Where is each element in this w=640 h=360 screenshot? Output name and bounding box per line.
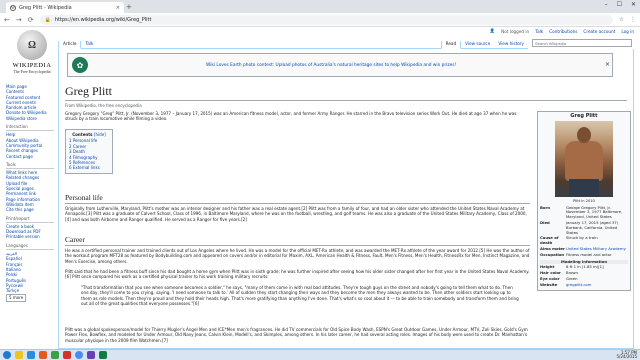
browser-tab[interactable]: W Greg Plitt - Wikipedia × [6,2,124,13]
toc-title: Contents [hide] [72,132,106,137]
sidebar-item-cite[interactable]: Cite this page [6,207,54,212]
sidebar-item-contact[interactable]: Contact page [6,154,54,159]
search-input[interactable] [532,39,632,47]
career-paragraph-2: Plitt said that he had been a fitness bu… [65,269,530,280]
personal-tools: 👤 Not logged in Talk Contributions Creat… [490,28,634,34]
close-window-button[interactable]: ✕ [631,1,636,8]
sidebar-section-interaction: Interaction [6,124,54,132]
tab-read[interactable]: Read [440,41,462,49]
browser-toolbar: ← → ⟳ 🔒 https://en.wikipedia.org/wiki/Gr… [0,13,640,27]
lead-paragraph: Gregory Gregory "Greg" Plitt, Jr. (Novem… [65,111,517,122]
contributions-link[interactable]: Contributions [549,29,577,34]
logo-wordmark: WIKIPEDIA [12,62,52,69]
article-content: ✿ Wiki Loves Earth photo contest: Upload… [58,49,634,349]
tab-talk[interactable]: Talk [81,41,98,49]
browser-tabstrip: W Greg Plitt - Wikipedia × + – ☐ ✕ [0,0,640,13]
ie-icon[interactable] [27,351,35,359]
window-controls: – ☐ ✕ [605,1,636,8]
maximize-button[interactable]: ☐ [617,1,622,8]
lock-icon: 🔒 [44,16,51,23]
start-button[interactable] [3,351,11,359]
career-paragraph-1: He was a certified personal trainer and … [65,248,530,264]
app-icon[interactable] [63,351,71,359]
page-tabs: Article Talk Read View source View histo… [58,39,634,49]
forward-button[interactable]: → [16,16,22,24]
banner-text[interactable]: Wiki Loves Earth photo contest: Upload p… [206,63,456,68]
portrait-photo[interactable] [555,120,613,197]
infobox-row: Cause of death Struck by a train [540,235,598,246]
sidebar-item-printable[interactable]: Printable version [6,234,54,239]
url-text: https://en.wikipedia.org/wiki/Greg_Plitt [54,16,152,23]
heading-career: Career [65,235,530,246]
tab-article[interactable]: Article [58,41,82,49]
sidebar-section-print: Print/export [6,216,54,223]
chrome-icon[interactable] [75,351,83,359]
back-button[interactable]: ← [4,16,10,24]
toc-item[interactable]: 6 External links [69,165,109,170]
more-languages-button[interactable]: 5 more [6,294,27,302]
wikipedia-globe-icon: Ω [17,30,47,60]
reload-button[interactable]: ⟳ [28,16,34,24]
sidebar-lang-tr[interactable]: Türkçe [6,288,54,293]
sidebar-section-tools: Tools [6,162,54,170]
user-icon: 👤 [489,28,496,33]
personal-life-paragraph: Originally from Lutherville, Maryland, P… [65,206,527,222]
system-clock[interactable]: 1:57 PM 5/24/2015 [616,350,637,360]
app-icon[interactable] [51,351,59,359]
tabs-spacer [97,39,441,49]
infobox: Greg Plitt Plitt in 2010 Born George Greg… [537,111,631,291]
tab-title: Greg Plitt - Wikipedia [19,4,72,11]
not-logged-in-text: Not logged in [501,28,530,34]
page-title: Greg Plitt [65,84,627,101]
tab-view-source[interactable]: View source [461,41,495,49]
star-icon[interactable]: ☆ [619,16,624,23]
sidebar: Main page Contents Featured content Curr… [6,84,54,302]
table-of-contents: Contents [hide] 1 Personal life 2 Career… [65,129,113,174]
infobox-row: Occupation Fitness model and actor [540,251,612,257]
app-icon[interactable] [99,351,107,359]
explorer-icon[interactable] [15,351,23,359]
heading-personal-life: Personal life [65,193,530,204]
page-subtitle: From Wikipedia, the free encyclopedia [65,103,142,108]
infobox-row: Died January 17, 2015 (aged 37) Burbank, … [540,219,619,235]
photo-caption: Plitt in 2010 [573,198,595,203]
banner-close-icon[interactable]: × [605,61,610,68]
media-icon[interactable] [39,351,47,359]
career-quote: "That transformation that you see when s… [81,285,519,307]
career-paragraph-3: Plitt was a global spokesperson/model fo… [65,327,528,343]
infobox-row: Website gregplitt.com [540,281,592,287]
infobox-row: Born George Gregory Plitt, Jr. November 3… [540,204,623,220]
toc-hide-link[interactable]: [hide] [94,132,106,137]
new-tab-button[interactable]: + [126,3,132,11]
logo-tagline: The Free Encyclopedia [13,69,51,74]
infobox-title: Greg Plitt [570,113,598,119]
tab-view-history[interactable]: View history [494,41,528,49]
minimize-button[interactable]: – [605,1,608,8]
talk-link[interactable]: Talk [535,29,543,34]
login-link[interactable]: Log in [621,29,634,34]
taskbar: 1:57 PM 5/24/2015 [0,349,640,360]
wiki-loves-earth-icon: ✿ [72,57,88,73]
app-icon[interactable] [87,351,95,359]
clock-date: 5/24/2015 [616,354,637,359]
wikipedia-logo[interactable]: Ω WIKIPEDIA The Free Encyclopedia [6,30,58,82]
create-account-link[interactable]: Create account [583,29,615,34]
wikipedia-favicon-icon: W [10,4,16,11]
sidebar-item-donate[interactable]: Donate to Wikipedia [6,110,54,115]
tab-close-icon[interactable]: × [116,5,120,11]
sidebar-item-store[interactable]: Wikipedia store [6,116,54,121]
menu-icon[interactable]: ⋮ [630,16,636,23]
address-bar[interactable]: 🔒 https://en.wikipedia.org/wiki/Greg_Pli… [39,14,613,25]
sidebar-section-languages: Languages [6,243,54,251]
site-notice-banner: ✿ Wiki Loves Earth photo contest: Upload… [67,53,613,77]
